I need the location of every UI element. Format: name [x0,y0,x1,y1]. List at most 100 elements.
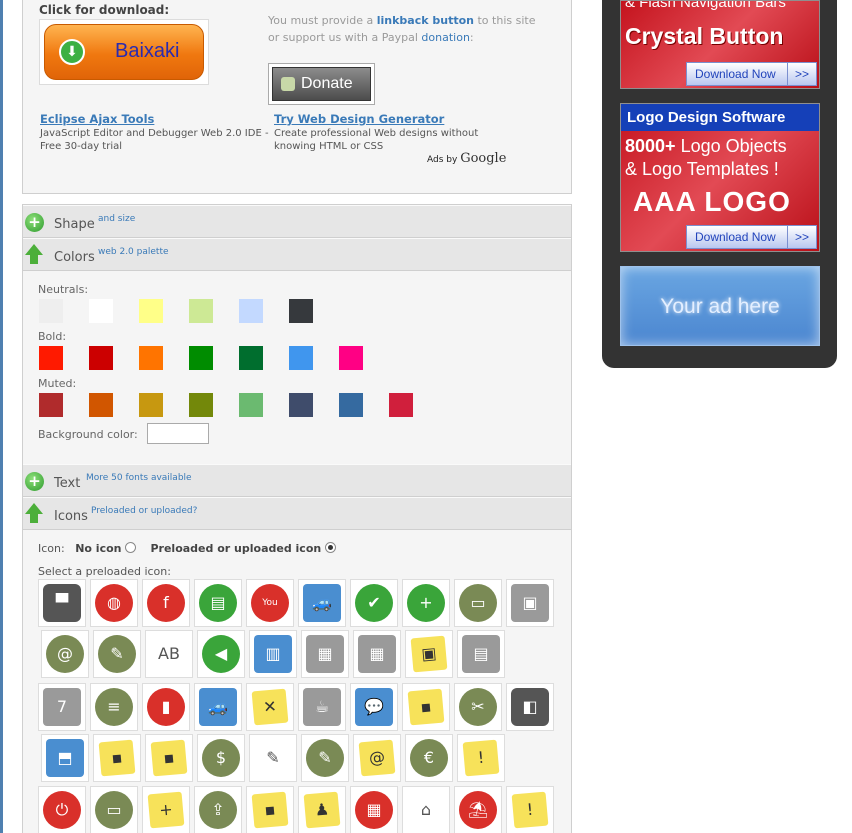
color-swatch-muted[interactable] [339,393,363,417]
preloaded-icon-option[interactable]: AB [145,630,193,678]
preloaded-icon-option[interactable]: ≡ [90,683,138,731]
preloaded-icon-option[interactable]: ▪ [93,734,141,782]
color-swatch-bold[interactable] [289,346,313,370]
preloaded-icon-option[interactable]: ▤ [194,579,242,627]
icon-glyph: ✎ [306,739,344,777]
color-swatch-bold[interactable] [239,346,263,370]
preloaded-icon-option[interactable]: ◀ [197,630,245,678]
preloaded-icon-option[interactable]: ✎ [301,734,349,782]
color-swatch-bold[interactable] [39,346,63,370]
preloaded-icon-option[interactable]: 🚙 [298,579,346,627]
color-swatch-muted[interactable] [239,393,263,417]
preloaded-icon-option[interactable]: 💬 [350,683,398,731]
preloaded-icon-option[interactable]: ! [506,786,554,833]
preloaded-icon-option[interactable]: 7 [38,683,86,731]
color-swatch-muted[interactable] [189,393,213,417]
baixaki-frame: ⬇ Baixaki [39,19,209,85]
preloaded-icon-option[interactable]: ▤ [457,630,505,678]
icon-glyph: ▦ [358,635,396,673]
preloaded-icon-option[interactable]: ◧ [506,683,554,731]
preloaded-icon-option[interactable]: ✂ [454,683,502,731]
preloaded-icon-option[interactable]: ▪ [246,786,294,833]
preloaded-icon-option[interactable]: @ [41,630,89,678]
color-swatch-bold[interactable] [89,346,113,370]
preloaded-icon-option[interactable]: ▪ [145,734,193,782]
preloaded-icon-radio[interactable] [325,542,337,553]
color-swatch-muted[interactable] [289,393,313,417]
aaa-logo-ad[interactable]: Logo Design Software 8000+ Logo Objects … [620,103,820,252]
preloaded-icon-option[interactable]: ! [457,734,505,782]
color-swatch-muted[interactable] [89,393,113,417]
color-swatch-neutrals[interactable] [139,299,163,323]
color-swatch-neutrals[interactable] [239,299,263,323]
no-icon-radio[interactable] [125,542,137,553]
color-swatch-neutrals[interactable] [89,299,113,323]
color-swatch-bold[interactable] [139,346,163,370]
color-swatch-bold[interactable] [339,346,363,370]
preloaded-icon-option[interactable]: + [402,579,450,627]
color-swatch-neutrals[interactable] [39,299,63,323]
icon-glyph: ▪ [150,739,188,777]
crystal-button-ad[interactable]: & Flash Navigation Bars Crystal Button D… [620,0,820,89]
color-swatch-muted[interactable] [39,393,63,417]
donation-link[interactable]: donation [421,31,470,44]
preloaded-icon-option[interactable]: ◍ [90,579,138,627]
preloaded-icon-option[interactable]: ▦ [350,786,398,833]
preloaded-icon-option[interactable]: You Tube [246,579,294,646]
download-now-label: Download Now [695,230,776,244]
preloaded-icon-option[interactable]: ♟ [298,786,346,833]
donate-button[interactable]: Donate [272,67,371,101]
preloaded-icon-option[interactable]: ▦ [353,630,401,678]
preloaded-icon-option[interactable]: ▀ [38,579,86,627]
preloaded-icon-option[interactable]: ▭ [454,579,502,627]
preloaded-icon-option[interactable]: ✕ [246,683,294,731]
ad-title-link[interactable]: Try Web Design Generator [274,112,509,126]
preloaded-icon-option[interactable]: ⬒ [41,734,89,782]
preloaded-icon-option[interactable]: f [142,579,190,627]
preloaded-icon-option[interactable]: ✎ [249,734,297,782]
preloaded-icon-option[interactable]: ☕ [298,683,346,731]
color-swatch-bold[interactable] [189,346,213,370]
linkback-link[interactable]: linkback button [377,14,474,27]
preloaded-icon-option[interactable]: $ [197,734,245,782]
ad-title-link[interactable]: Eclipse Ajax Tools [40,112,275,126]
preloaded-icon-option[interactable]: ▣ [405,630,453,678]
preloaded-icon-option[interactable]: ⛱ [454,786,502,833]
preloaded-icon-option[interactable]: ▥ [249,630,297,678]
color-swatch-muted[interactable] [139,393,163,417]
preloaded-icon-option[interactable]: ▣ [506,579,554,627]
preloaded-icon-option[interactable]: ▮ [142,683,190,731]
background-color-input[interactable] [147,423,209,444]
preloaded-icon-option[interactable]: ✔ [350,579,398,627]
section-shape-header[interactable]: + Shape and size [23,205,571,238]
preloaded-icon-option[interactable]: ⏻ [38,786,86,833]
icon-glyph: ◧ [511,688,549,726]
download-now-button[interactable]: Download Now >> [686,62,817,86]
preloaded-icon-option[interactable]: + [142,786,190,833]
preloaded-icon-option[interactable]: ✎ [93,630,141,678]
preloaded-icon-option[interactable]: ▭ [90,786,138,833]
section-title: Colors [54,250,95,265]
section-colors-header[interactable]: Colors web 2.0 palette [23,238,571,271]
preloaded-icon-option[interactable]: ⇪ [194,786,242,833]
ad-description: JavaScript Editor and Debugger Web 2.0 I… [40,128,269,152]
your-ad-here-banner[interactable]: Your ad here [620,266,820,346]
baixaki-download-button[interactable]: ⬇ Baixaki [44,24,204,80]
icon-glyph: ⏻ [43,791,81,829]
color-swatch-muted[interactable] [389,393,413,417]
color-swatch-neutrals[interactable] [189,299,213,323]
color-swatch-neutrals[interactable] [289,299,313,323]
ads-by-google[interactable]: Ads by Google [427,151,506,166]
download-now-button[interactable]: Download Now >> [686,225,817,249]
section-icons-header[interactable]: Icons Preloaded or uploaded? [23,497,571,530]
preloaded-icon-option[interactable]: 🚙 [194,683,242,731]
preloaded-icon-option[interactable]: @ [353,734,401,782]
icon-glyph: ▦ [306,635,344,673]
preloaded-icon-option[interactable]: ▪ [402,683,450,731]
icon-glyph: ⌂ [420,800,432,819]
preloaded-icon-option[interactable]: ▦ [301,630,349,678]
section-text-header[interactable]: + Text More 50 fonts available [23,464,571,497]
google-logo: Google [460,151,507,166]
preloaded-icon-option[interactable]: € [405,734,453,782]
preloaded-icon-option[interactable]: ⌂ [402,786,450,833]
